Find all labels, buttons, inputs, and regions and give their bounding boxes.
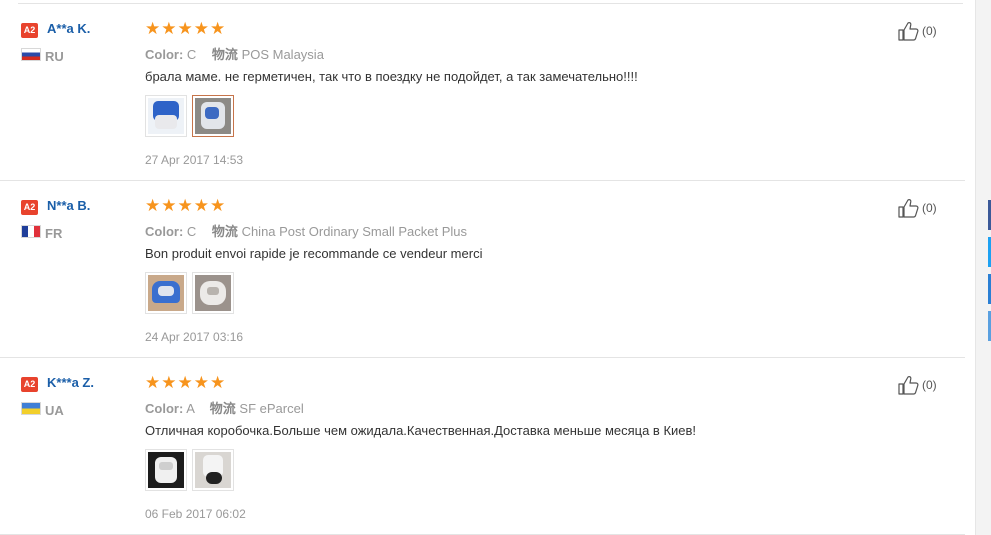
review-photo-thumbnail[interactable] bbox=[192, 449, 234, 491]
helpful-button[interactable]: (0) bbox=[896, 375, 937, 395]
star-icon: ★ bbox=[161, 373, 177, 393]
review-photo-thumbnail[interactable] bbox=[192, 272, 234, 314]
star-icon: ★ bbox=[210, 19, 226, 39]
star-rating: ★ ★ ★ ★ ★ bbox=[145, 20, 225, 38]
review-feed: A2 A**a K. RU ★ ★ ★ ★ ★ Color: C 物流 POS … bbox=[0, 0, 965, 535]
thumbs-up-icon bbox=[898, 22, 919, 41]
color-value: A bbox=[186, 401, 195, 416]
buyer-level-badge: A2 bbox=[21, 23, 38, 38]
order-info: Color: C 物流 POS Malaysia bbox=[145, 44, 324, 63]
star-icon: ★ bbox=[145, 373, 161, 393]
star-icon: ★ bbox=[145, 19, 161, 39]
color-value: C bbox=[186, 47, 197, 62]
helpful-count: (0) bbox=[922, 378, 937, 392]
reviewer-name[interactable]: N**a B. bbox=[47, 198, 90, 213]
order-info: Color: C 物流 China Post Ordinary Small Pa… bbox=[145, 221, 467, 240]
star-icon: ★ bbox=[193, 19, 209, 39]
helpful-count: (0) bbox=[922, 24, 937, 38]
star-icon: ★ bbox=[210, 196, 226, 216]
review-text: Bon produit envoi rapide je recommande c… bbox=[145, 246, 483, 261]
star-rating: ★ ★ ★ ★ ★ bbox=[145, 374, 225, 392]
reviewer-name[interactable]: K***a Z. bbox=[47, 375, 94, 390]
shipping-label: 物流 bbox=[211, 47, 238, 62]
helpful-button[interactable]: (0) bbox=[896, 21, 937, 41]
helpful-count: (0) bbox=[922, 201, 937, 215]
review-photo-thumbnail[interactable] bbox=[145, 95, 187, 137]
review-photo-thumbnail[interactable] bbox=[145, 449, 187, 491]
shipping-value: China Post Ordinary Small Packet Plus bbox=[241, 224, 467, 239]
reviewer-name[interactable]: A**a K. bbox=[47, 21, 90, 36]
shipping-label: 物流 bbox=[211, 224, 238, 239]
review-photo-thumbnail[interactable] bbox=[192, 95, 234, 137]
star-icon: ★ bbox=[177, 19, 193, 39]
star-icon: ★ bbox=[177, 373, 193, 393]
review-photo-thumbnail[interactable] bbox=[145, 272, 187, 314]
review-item: A2 K***a Z. UA ★ ★ ★ ★ ★ Color: A 物流 SF … bbox=[0, 358, 965, 535]
shipping-value: SF eParcel bbox=[239, 401, 304, 416]
review-photos bbox=[145, 449, 234, 491]
review-date: 27 Apr 2017 14:53 bbox=[145, 153, 244, 167]
flag-fr-icon bbox=[21, 225, 41, 238]
star-rating: ★ ★ ★ ★ ★ bbox=[145, 197, 225, 215]
star-icon: ★ bbox=[177, 196, 193, 216]
shipping-value: POS Malaysia bbox=[241, 47, 324, 62]
reviewer-country: UA bbox=[45, 403, 64, 418]
star-icon: ★ bbox=[145, 196, 161, 216]
buyer-level-badge: A2 bbox=[21, 377, 38, 392]
star-icon: ★ bbox=[161, 19, 177, 39]
star-icon: ★ bbox=[161, 196, 177, 216]
star-icon: ★ bbox=[193, 196, 209, 216]
reviewer-country: RU bbox=[45, 49, 64, 64]
flag-ua-icon bbox=[21, 402, 41, 415]
review-item: A2 N**a B. FR ★ ★ ★ ★ ★ Color: C 物流 Chin… bbox=[0, 181, 965, 358]
color-value: C bbox=[186, 224, 197, 239]
helpful-button[interactable]: (0) bbox=[896, 198, 937, 218]
shipping-label: 物流 bbox=[209, 401, 236, 416]
review-date: 06 Feb 2017 06:02 bbox=[145, 507, 246, 521]
flag-ru-icon bbox=[21, 48, 41, 61]
review-text: брала маме. не герметичен, так что в пое… bbox=[145, 69, 638, 84]
star-icon: ★ bbox=[193, 373, 209, 393]
thumbs-up-icon bbox=[898, 376, 919, 395]
star-icon: ★ bbox=[210, 373, 226, 393]
color-label: Color: bbox=[145, 401, 184, 416]
review-photos bbox=[145, 95, 234, 137]
color-label: Color: bbox=[145, 224, 184, 239]
review-item: A2 A**a K. RU ★ ★ ★ ★ ★ Color: C 物流 POS … bbox=[0, 4, 965, 181]
review-text: Отличная коробочка.Больше чем ожидала.Ка… bbox=[145, 423, 697, 438]
review-date: 24 Apr 2017 03:16 bbox=[145, 330, 244, 344]
buyer-level-badge: A2 bbox=[21, 200, 38, 215]
color-label: Color: bbox=[145, 47, 184, 62]
reviewer-country: FR bbox=[45, 226, 63, 241]
order-info: Color: A 物流 SF eParcel bbox=[145, 398, 304, 417]
thumbs-up-icon bbox=[898, 199, 919, 218]
review-photos bbox=[145, 272, 234, 314]
